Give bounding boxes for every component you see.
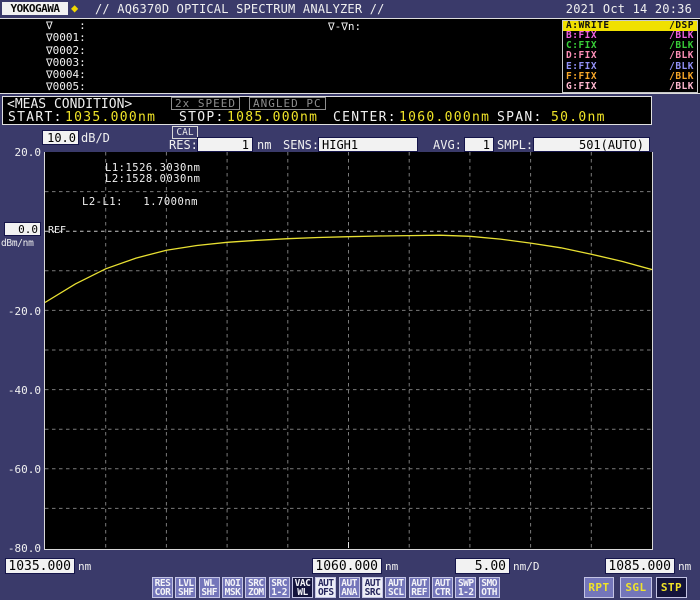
angled-pc-badge: ANGLED PC xyxy=(249,97,326,110)
avg-label: AVG: xyxy=(433,138,462,152)
x-center-field[interactable]: 1060.000 xyxy=(312,558,382,574)
marker-row-5: ∇0005: xyxy=(46,81,86,93)
stop-label: STOP: xyxy=(179,110,225,125)
x-scale-field[interactable]: 5.00 xyxy=(455,558,510,574)
softkey-aut-ref[interactable]: AUTREF xyxy=(409,577,430,598)
softkey-lvl-shf[interactable]: LVLSHF xyxy=(175,577,196,598)
softkey-smo-oth[interactable]: SMOOTH xyxy=(479,577,500,598)
y-axis-label--20.0: -20.0 xyxy=(0,305,41,318)
softkey-noi-msk[interactable]: NOIMSK xyxy=(222,577,243,598)
ref-level-unit: dBm/nm xyxy=(1,238,34,249)
res-field[interactable]: 1 xyxy=(197,137,253,152)
meas-condition-panel: <MEAS CONDITION> 2x SPEED ANGLED PC STAR… xyxy=(2,96,652,125)
softkey-vac-wl[interactable]: VACWL xyxy=(292,577,313,598)
spectrum-plot[interactable]: L1:1526.3030nm L2:1528.0030nm L2-L1: 1.7… xyxy=(44,152,653,550)
sweep-key-sgl[interactable]: SGL xyxy=(620,577,652,598)
softkey-res-cor[interactable]: RESCOR xyxy=(152,577,173,598)
sens-label: SENS: xyxy=(283,138,319,152)
marker-diff-readout: L2-L1: 1.7000nm xyxy=(82,196,198,208)
x-stop-unit: nm xyxy=(678,560,691,573)
softkey-aut-scl[interactable]: AUTSCL xyxy=(385,577,406,598)
trace-row-g[interactable]: G:FIX/BLK xyxy=(563,82,697,92)
x-start-unit: nm xyxy=(78,560,91,573)
trace-mode: /BLK xyxy=(669,82,694,92)
softkey-aut-ana[interactable]: AUTANA xyxy=(339,577,360,598)
sens-field[interactable]: HIGH1 xyxy=(318,137,418,152)
osa-screen: YOKOGAWA ◆ // AQ6370D OPTICAL SPECTRUM A… xyxy=(0,0,700,600)
yokogawa-diamond-icon: ◆ xyxy=(71,1,78,15)
smpl-label: SMPL: xyxy=(497,138,533,152)
trace-name: G:FIX xyxy=(566,82,597,92)
window-title: // AQ6370D OPTICAL SPECTRUM ANALYZER // xyxy=(95,2,385,16)
center-value[interactable]: 1060.000nm xyxy=(399,110,490,125)
softkey-src-1-2[interactable]: SRC1-2 xyxy=(269,577,290,598)
x-center-unit: nm xyxy=(385,560,398,573)
trace-mode: /BLK xyxy=(669,51,694,61)
y-axis-label--40.0: -40.0 xyxy=(0,384,41,397)
marker-rows: ∇ :∇0001:∇0002:∇0003:∇0004:∇0005: xyxy=(46,20,86,94)
marker-delta-label: ∇-∇n: xyxy=(328,20,361,33)
x-stop-field[interactable]: 1085.000 xyxy=(605,558,675,574)
clock: 2021 Oct 14 20:36 xyxy=(566,2,692,16)
smpl-field[interactable]: 501(AUTO) xyxy=(533,137,650,152)
level-scale-field[interactable]: 10.0 xyxy=(42,130,79,145)
spectrum-trace-canvas xyxy=(45,152,652,548)
sweep-key-stp[interactable]: STP xyxy=(656,577,687,598)
start-value[interactable]: 1035.000nm xyxy=(65,110,156,125)
softkey-aut-src[interactable]: AUTSRC xyxy=(362,577,383,598)
softkey-swp-1-2[interactable]: SWP1-2 xyxy=(455,577,476,598)
y-axis-label--60.0: -60.0 xyxy=(0,463,41,476)
trace-name: D:FIX xyxy=(566,51,597,61)
span-value[interactable]: 50.0nm xyxy=(551,110,606,125)
softkey-aut-ctr[interactable]: AUTCTR xyxy=(432,577,453,598)
softkey-src-zom[interactable]: SRCZOM xyxy=(245,577,266,598)
marker-list-area: ∇ :∇0001:∇0002:∇0003:∇0004:∇0005: ∇-∇n: … xyxy=(0,19,700,93)
speed-badge: 2x SPEED xyxy=(171,97,240,110)
x-start-field[interactable]: 1035.000 xyxy=(5,558,75,574)
start-label: START: xyxy=(8,110,63,125)
marker-l2-readout: L2:1528.0030nm xyxy=(105,173,201,185)
softkey-wl-shf[interactable]: WLSHF xyxy=(199,577,220,598)
span-label: SPAN: xyxy=(497,110,543,125)
res-label: RES: xyxy=(169,138,198,152)
level-scale-unit: dB/D xyxy=(81,131,110,145)
res-unit: nm xyxy=(257,138,271,152)
trace-status-box: A:WRITE/DSPB:FIX/BLKC:FIX/BLKD:FIX/BLKE:… xyxy=(562,20,698,93)
x-scale-unit: nm/D xyxy=(513,560,540,573)
marker-row-1: ∇0001: xyxy=(46,32,86,44)
stop-value[interactable]: 1085.000nm xyxy=(227,110,318,125)
softkey-aut-ofs[interactable]: AUTOFS xyxy=(315,577,336,598)
sweep-key-rpt[interactable]: RPT xyxy=(584,577,614,598)
divider xyxy=(0,93,700,94)
y-axis-label--80.0: -80.0 xyxy=(0,542,41,555)
yokogawa-logo: YOKOGAWA xyxy=(2,2,68,15)
ref-line-label: REF xyxy=(48,225,66,236)
y-axis-label-20.0: 20.0 xyxy=(0,146,41,159)
center-label: CENTER: xyxy=(333,110,397,125)
avg-field[interactable]: 1 xyxy=(464,137,494,152)
ref-level-field[interactable]: 0.0 xyxy=(4,222,41,236)
